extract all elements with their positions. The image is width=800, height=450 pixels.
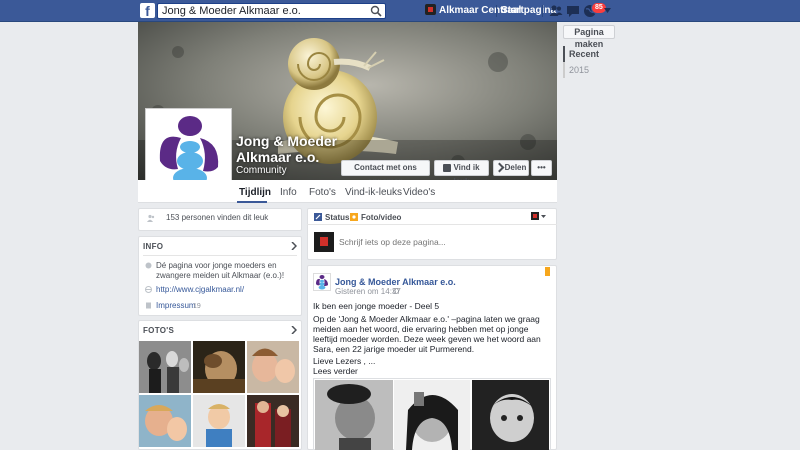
search-box[interactable]	[157, 3, 386, 19]
contact-button[interactable]: Contact met ons opnemen	[341, 160, 430, 186]
post-author-name[interactable]: Jong & Moeder Alkmaar e.o.	[335, 277, 456, 287]
chevron-right-icon[interactable]	[291, 242, 297, 250]
page-category[interactable]: Community	[236, 165, 287, 176]
chevron-down-icon[interactable]	[541, 215, 546, 218]
thumbs-up-icon	[443, 163, 452, 172]
page-avatar-icon[interactable]	[531, 212, 539, 220]
impressum-link[interactable]: Impressum	[156, 301, 196, 311]
photo-thumbnail[interactable]	[139, 341, 191, 393]
tab-info[interactable]: Info	[280, 187, 297, 198]
photo-thumbnail[interactable]	[193, 341, 245, 393]
globe-link-icon	[145, 286, 152, 293]
like-button[interactable]: Vind ik leuk	[434, 160, 489, 186]
home-link[interactable]: Startpagina	[501, 5, 556, 16]
share-button[interactable]: Delen	[493, 160, 529, 176]
share-button-label: Delen	[504, 163, 527, 172]
photo-video-tab[interactable]: Foto/video	[361, 213, 401, 222]
status-tab[interactable]: Status	[325, 213, 349, 222]
bookmark-flag-icon[interactable]	[545, 267, 550, 276]
top-navigation-bar	[0, 0, 800, 22]
composer-input[interactable]	[339, 236, 549, 248]
impressum-count: 19	[193, 303, 201, 310]
page-description: Dé pagina voor jonge moeders en zwangere…	[156, 261, 285, 280]
info-header[interactable]: INFO	[143, 242, 163, 251]
page-title[interactable]: Jong & Moeder Alkmaar e.o.	[236, 133, 346, 165]
divider	[307, 224, 557, 225]
facebook-logo-icon[interactable]: f	[140, 3, 155, 18]
messages-icon[interactable]	[566, 4, 580, 18]
timeline-item-recent[interactable]: Recent	[563, 46, 623, 62]
chevron-right-icon[interactable]	[291, 326, 297, 334]
tab-likes[interactable]: Vind-ik-leuks	[345, 187, 402, 198]
page-logo-icon	[148, 111, 229, 191]
active-tab-indicator	[237, 201, 267, 203]
nav-divider	[542, 5, 543, 17]
likes-count-text[interactable]: 153 personen vinden dit leuk	[166, 213, 268, 222]
tab-photos[interactable]: Foto's	[309, 187, 336, 198]
photo-thumbnail[interactable]	[247, 395, 299, 447]
nav-divider	[496, 5, 497, 17]
tab-videos[interactable]: Video's	[403, 187, 435, 198]
search-icon[interactable]	[370, 5, 382, 17]
account-menu-chevron-down-icon[interactable]	[604, 8, 611, 13]
pencil-icon	[314, 213, 322, 221]
profile-avatar[interactable]	[425, 4, 436, 15]
people-icon	[147, 214, 155, 222]
photo-icon	[350, 213, 358, 221]
photos-header[interactable]: FOTO'S	[143, 326, 174, 335]
globe-privacy-icon	[393, 288, 399, 294]
search-input[interactable]	[158, 4, 363, 18]
photo-thumbnail[interactable]	[193, 395, 245, 447]
photo-thumbnail[interactable]	[247, 341, 299, 393]
friend-requests-icon[interactable]	[549, 4, 563, 18]
photo-thumbnail[interactable]	[139, 395, 191, 447]
composer-avatar	[314, 232, 334, 252]
create-page-button[interactable]: Pagina maken	[563, 25, 615, 49]
website-link[interactable]: http://www.cjgalkmaar.nl/	[156, 285, 244, 295]
share-arrow-icon	[494, 162, 505, 173]
tab-timeline[interactable]: Tijdlijn	[239, 187, 271, 198]
post-photo[interactable]	[394, 380, 472, 450]
divider	[143, 255, 297, 256]
post-timestamp[interactable]: Gisteren om 14:37	[335, 287, 401, 296]
post-photo[interactable]	[315, 380, 393, 450]
post-title: Ik ben een jonge moeder - Deel 5	[313, 301, 440, 311]
post-author-avatar[interactable]	[313, 273, 331, 291]
document-icon	[146, 302, 151, 309]
post-greeting: Lieve Lezers , ...	[313, 356, 376, 366]
more-options-button[interactable]: •••	[531, 160, 552, 176]
timeline-year-nav: Recent 2015	[563, 46, 623, 78]
post-body: Op de 'Jong & Moeder Alkmaar e.o.' –pagi…	[313, 314, 541, 354]
info-circle-icon	[145, 262, 152, 269]
timeline-item-2015[interactable]: 2015	[565, 62, 623, 78]
post-photo[interactable]	[472, 380, 549, 450]
read-more-link[interactable]: Lees verder	[313, 366, 551, 376]
